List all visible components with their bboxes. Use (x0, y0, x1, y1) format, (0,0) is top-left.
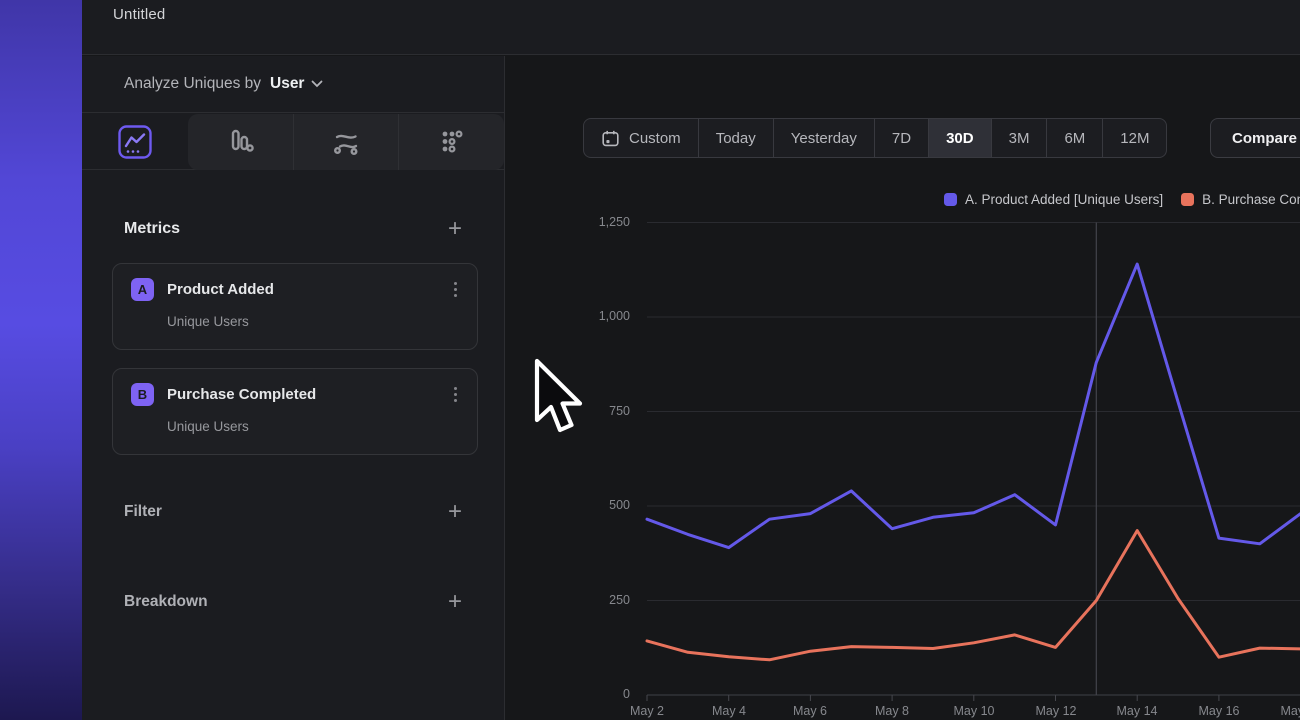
analyze-header: Analyze Uniques by User (82, 56, 504, 113)
metric-subtitle[interactable]: Unique Users (167, 419, 461, 434)
top-bar: Untitled (82, 0, 1300, 55)
range-label: 3M (1009, 130, 1030, 147)
retention-grid-icon (434, 124, 470, 160)
range-button-3m[interactable]: 3M (992, 119, 1048, 157)
background-gradient (0, 0, 82, 720)
legend-swatch (944, 193, 957, 206)
metrics-header: Metrics + (124, 216, 462, 242)
range-label: Today (716, 130, 756, 147)
query-builder-panel: Analyze Uniques by User (82, 56, 505, 720)
mouse-cursor (533, 358, 585, 438)
analyze-by-dropdown[interactable]: User (270, 75, 304, 93)
flows-icon (328, 124, 364, 160)
chart-panel: Custom Today Yesterday 7D 30D 3M 6M 12M Compare… (505, 56, 1300, 720)
compare-button[interactable]: Compare (1210, 118, 1300, 158)
add-metric-button[interactable]: + (448, 219, 462, 239)
line-chart-icon (117, 124, 153, 160)
tab-flows[interactable] (293, 114, 399, 170)
range-label: 7D (892, 130, 911, 147)
metric-title: Purchase Completed (167, 386, 450, 403)
range-label: 12M (1120, 130, 1149, 147)
range-button-yesterday[interactable]: Yesterday (774, 119, 875, 157)
app-window: Untitled Analyze Uniques by User (82, 0, 1300, 720)
metric-menu-button[interactable] (450, 280, 461, 299)
range-button-today[interactable]: Today (699, 119, 774, 157)
legend-label: A. Product Added [Unique Users] (965, 192, 1163, 207)
range-label: 30D (946, 130, 974, 147)
metric-title: Product Added (167, 281, 450, 298)
bar-chart-icon (222, 124, 258, 160)
tab-bar-chart[interactable] (188, 114, 293, 170)
range-button-7d[interactable]: 7D (875, 119, 929, 157)
legend-item-0[interactable]: A. Product Added [Unique Users] (944, 191, 1163, 207)
range-button-custom[interactable]: Custom (584, 119, 699, 157)
inactive-tabs-group (188, 114, 504, 170)
chart-type-tabs (82, 114, 504, 170)
time-range-control: Custom Today Yesterday 7D 30D 3M 6M 12M (583, 118, 1167, 158)
document-title[interactable]: Untitled (113, 6, 165, 23)
filter-section: Filter + (124, 499, 462, 525)
add-filter-button[interactable]: + (448, 502, 462, 522)
breakdown-title: Breakdown (124, 593, 208, 611)
metric-badge-b: B (131, 383, 154, 406)
filter-title: Filter (124, 503, 162, 521)
metric-menu-button[interactable] (450, 385, 461, 404)
range-label: 6M (1064, 130, 1085, 147)
metric-subtitle[interactable]: Unique Users (167, 314, 461, 329)
breakdown-section: Breakdown + (124, 589, 462, 615)
range-button-12m[interactable]: 12M (1103, 119, 1166, 157)
tab-retention[interactable] (398, 114, 504, 170)
metric-badge-a: A (131, 278, 154, 301)
chevron-down-icon[interactable] (311, 80, 323, 88)
range-button-6m[interactable]: 6M (1047, 119, 1103, 157)
legend-label: B. Purchase Completed [Unique Users] (1202, 192, 1300, 207)
chart-legend: A. Product Added [Unique Users] B. Purcha… (944, 191, 1300, 207)
calendar-icon (601, 129, 620, 148)
metrics-title: Metrics (124, 220, 180, 238)
metric-card-a[interactable]: A Product Added Unique Users (112, 263, 478, 350)
legend-swatch (1181, 193, 1194, 206)
range-button-30d[interactable]: 30D (929, 119, 992, 157)
legend-item-1[interactable]: B. Purchase Completed [Unique Users] (1181, 191, 1300, 207)
metric-card-b[interactable]: B Purchase Completed Unique Users (112, 368, 478, 455)
range-label: Custom (629, 130, 681, 147)
add-breakdown-button[interactable]: + (448, 592, 462, 612)
range-label: Yesterday (791, 130, 857, 147)
analyze-prefix-label: Analyze Uniques by (124, 75, 261, 93)
compare-label: Compare (1232, 130, 1297, 147)
tab-insights-line[interactable] (82, 114, 188, 169)
